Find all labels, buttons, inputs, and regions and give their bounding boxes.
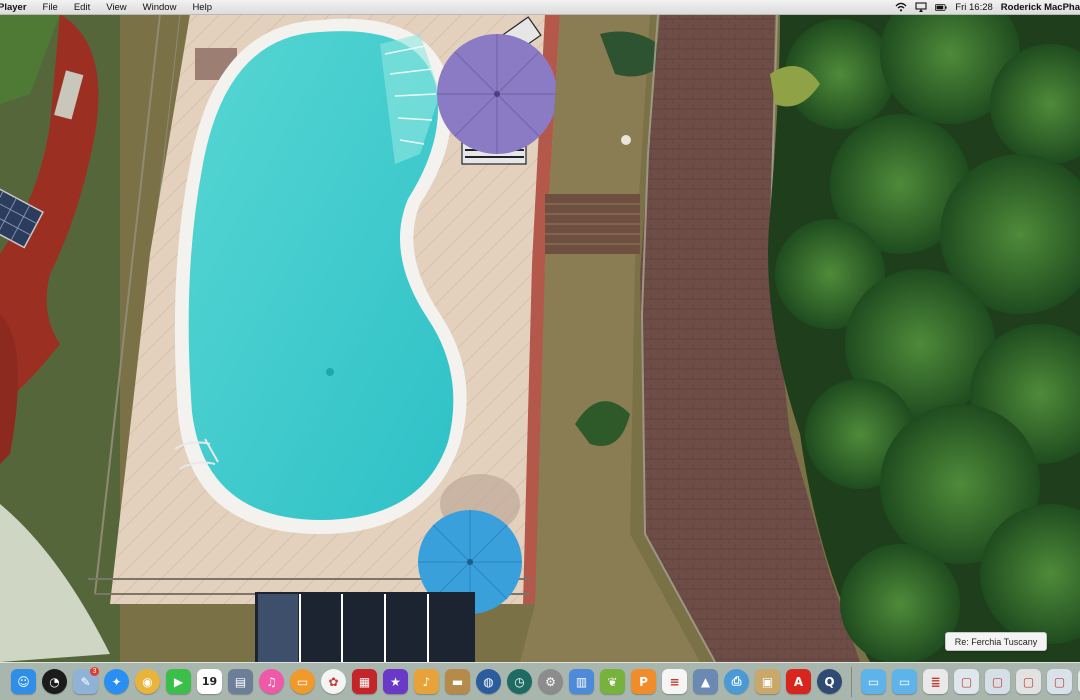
document-icon: ≣ [923, 669, 948, 694]
battery-icon[interactable] [935, 2, 947, 12]
dashboard-icon: ◔ [42, 669, 67, 694]
dock-item-notes-folder[interactable]: ▬ [442, 666, 473, 697]
user-menu[interactable]: Roderick MacPha [1001, 2, 1080, 13]
dock-item-plant-app[interactable]: ❦ [597, 666, 628, 697]
dock-item-preview-2[interactable]: ▣ [752, 666, 783, 697]
quicktime-icon: Q [817, 669, 842, 694]
menu-bar: Player File Edit View Window Help Fri 16… [0, 0, 1080, 15]
dock-item-imovie[interactable]: ★ [380, 666, 411, 697]
window-thumb-icon: ▢ [954, 669, 979, 694]
dock: ☺◔✎3✦◉▶19▤♫▭✿▦★♪▬◍◷⚙▥❦P≡▲⎙▣AQ▭▭≣▢▢▢▢▢ [0, 662, 1080, 700]
dock-item-ibooks[interactable]: ▭ [287, 666, 318, 697]
pages-icon: P [631, 669, 656, 694]
photos-stack-icon: ▤ [228, 669, 253, 694]
leaf-icon: ❦ [600, 669, 625, 694]
calendar-icon: 19 [197, 669, 222, 694]
dock-item-itunes[interactable]: ♫ [256, 666, 287, 697]
dock-item-photo-booth[interactable]: ▦ [349, 666, 380, 697]
dock-item-garageband[interactable]: ♪ [411, 666, 442, 697]
status-area: Fri 16:28 Roderick MacPha [895, 2, 1080, 13]
itunes-icon: ♫ [259, 669, 284, 694]
facetime-icon: ▶ [166, 669, 191, 694]
dock-item-preview[interactable]: ✎ 3 [70, 666, 101, 697]
dock-item-time-machine[interactable]: ◷ [504, 666, 535, 697]
app-menu[interactable]: Player [0, 2, 35, 13]
dock-item-textedit[interactable]: ≡ [659, 666, 690, 697]
aerial-pool-image [0, 14, 1080, 662]
dock-item-finder[interactable]: ☺ [8, 666, 39, 697]
chrome-icon: ◉ [135, 669, 160, 694]
safari-icon: ✦ [104, 669, 129, 694]
finder-icon: ☺ [11, 669, 36, 694]
window-thumb-icon: ▢ [985, 669, 1010, 694]
ibooks-icon: ▭ [290, 669, 315, 694]
dock-item-calendar[interactable]: 19 [194, 666, 225, 697]
dock-item-photo-app[interactable]: ▲ [690, 666, 721, 697]
dock-item-minimized-window-2[interactable]: ▢ [982, 666, 1013, 697]
gear-icon: ⚙ [538, 669, 563, 694]
dock-item-applications-folder[interactable]: ▭ [858, 666, 889, 697]
menu-window[interactable]: Window [135, 2, 185, 13]
dock-item-dashboard[interactable]: ◔ [39, 666, 70, 697]
garageband-icon: ♪ [414, 669, 439, 694]
google-earth-icon: ◍ [476, 669, 501, 694]
dock-item-quicktime[interactable]: Q [814, 666, 845, 697]
dock-item-printer[interactable]: ⎙ [721, 666, 752, 697]
dock-item-document-stack[interactable]: ≣ [920, 666, 951, 697]
textedit-icon: ≡ [662, 669, 687, 694]
dock-item-photos[interactable]: ✿ [318, 666, 349, 697]
dock-item-safari[interactable]: ✦ [101, 666, 132, 697]
numbers-icon: ▥ [569, 669, 594, 694]
landscape-icon: ▲ [693, 669, 718, 694]
folder-icon: ▭ [892, 669, 917, 694]
dock-item-downloads-folder[interactable]: ▭ [889, 666, 920, 697]
dock-item-minimized-window-3[interactable]: ▢ [1013, 666, 1044, 697]
dock-tooltip: Re: Ferchia Tuscany [945, 632, 1047, 651]
dock-item-system-preferences[interactable]: ⚙ [535, 666, 566, 697]
image-viewer-icon: ▣ [755, 669, 780, 694]
airplay-display-icon[interactable] [915, 2, 927, 12]
dock-item-minimized-window-1[interactable]: ▢ [951, 666, 982, 697]
printer-icon: ⎙ [724, 669, 749, 694]
notification-badge: 3 [90, 667, 99, 676]
dock-separator [851, 666, 852, 697]
menu-view[interactable]: View [98, 2, 134, 13]
folder-icon: ▭ [861, 669, 886, 694]
window-thumb-icon: ▢ [1016, 669, 1041, 694]
dock-item-acrobat[interactable]: A [783, 666, 814, 697]
dock-item-chrome[interactable]: ◉ [132, 666, 163, 697]
imovie-icon: ★ [383, 669, 408, 694]
window-thumb-icon: ▢ [1047, 669, 1072, 694]
photos-icon: ✿ [321, 669, 346, 694]
acrobat-icon: A [786, 669, 811, 694]
menu-clock[interactable]: Fri 16:28 [955, 2, 993, 13]
dock-item-spreadsheet[interactable]: ▥ [566, 666, 597, 697]
photo-booth-icon: ▦ [352, 669, 377, 694]
time-machine-icon: ◷ [507, 669, 532, 694]
menu-edit[interactable]: Edit [66, 2, 98, 13]
dock-item-minimized-window-4[interactable]: ▢ [1044, 666, 1075, 697]
dock-item-minimized-window-5[interactable]: ▢ [1075, 666, 1080, 697]
menu-file[interactable]: File [35, 2, 66, 13]
dock-item-google-earth[interactable]: ◍ [473, 666, 504, 697]
folder-brown-icon: ▬ [445, 669, 470, 694]
wifi-icon[interactable] [895, 2, 907, 12]
dock-item-facetime[interactable]: ▶ [163, 666, 194, 697]
dock-item-photo-slideshow[interactable]: ▤ [225, 666, 256, 697]
dock-item-pages[interactable]: P [628, 666, 659, 697]
menu-help[interactable]: Help [184, 2, 220, 13]
